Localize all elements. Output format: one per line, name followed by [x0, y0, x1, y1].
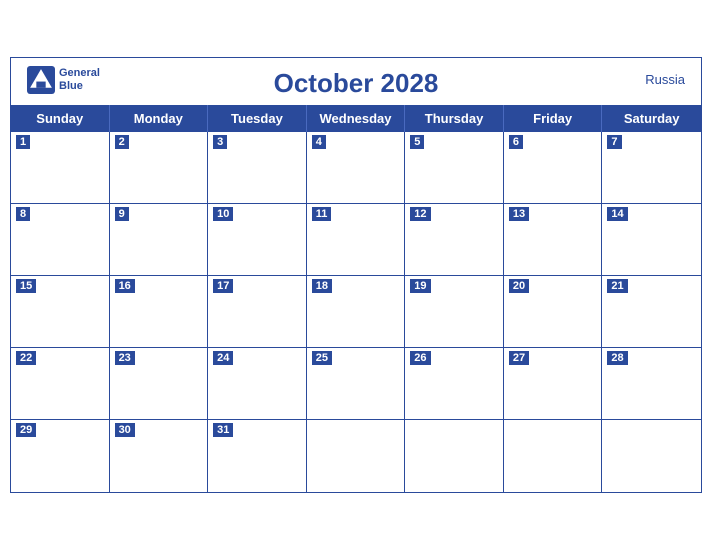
day-cell-31: 31 — [208, 420, 307, 492]
day-cell-29: 29 — [11, 420, 110, 492]
day-number: 17 — [213, 279, 233, 293]
day-cell-2: 2 — [110, 132, 209, 204]
day-number: 31 — [213, 423, 233, 437]
day-number: 20 — [509, 279, 529, 293]
day-cell-22: 22 — [11, 348, 110, 420]
day-header-friday: Friday — [504, 105, 603, 132]
week-row-3: 15 16 17 18 19 20 21 — [11, 276, 701, 348]
day-cell-15: 15 — [11, 276, 110, 348]
day-header-sunday: Sunday — [11, 105, 110, 132]
day-cell-25: 25 — [307, 348, 406, 420]
calendar-grid: 1234567891011121314151617181920212223242… — [11, 132, 701, 492]
day-number: 25 — [312, 351, 332, 365]
day-number: 1 — [16, 135, 30, 149]
day-cell-17: 17 — [208, 276, 307, 348]
day-cell-21: 21 — [602, 276, 701, 348]
day-cell-4: 4 — [307, 132, 406, 204]
day-header-wednesday: Wednesday — [307, 105, 406, 132]
day-cell-14: 14 — [602, 204, 701, 276]
day-number: 22 — [16, 351, 36, 365]
day-number: 13 — [509, 207, 529, 221]
brand-logo-area: General Blue — [27, 66, 100, 94]
day-cell-6: 6 — [504, 132, 603, 204]
calendar: General Blue October 2028 Russia Sunday … — [10, 57, 702, 493]
day-cell-30: 30 — [110, 420, 209, 492]
day-number: 30 — [115, 423, 135, 437]
day-cell-27: 27 — [504, 348, 603, 420]
day-number: 16 — [115, 279, 135, 293]
day-cell-empty — [307, 420, 406, 492]
day-number: 21 — [607, 279, 627, 293]
day-number: 10 — [213, 207, 233, 221]
general-blue-logo-icon — [27, 66, 55, 94]
day-cell-1: 1 — [11, 132, 110, 204]
calendar-header: General Blue October 2028 Russia — [11, 58, 701, 105]
day-cell-3: 3 — [208, 132, 307, 204]
day-cell-26: 26 — [405, 348, 504, 420]
day-number: 24 — [213, 351, 233, 365]
day-number: 29 — [16, 423, 36, 437]
day-number: 3 — [213, 135, 227, 149]
day-header-tuesday: Tuesday — [208, 105, 307, 132]
day-headers-row: Sunday Monday Tuesday Wednesday Thursday… — [11, 105, 701, 132]
day-header-monday: Monday — [110, 105, 209, 132]
day-cell-28: 28 — [602, 348, 701, 420]
day-number: 8 — [16, 207, 30, 221]
day-cell-13: 13 — [504, 204, 603, 276]
week-row-4: 22 23 24 25 26 27 28 — [11, 348, 701, 420]
day-number: 18 — [312, 279, 332, 293]
day-cell-18: 18 — [307, 276, 406, 348]
day-number: 28 — [607, 351, 627, 365]
day-number: 15 — [16, 279, 36, 293]
day-cell-19: 19 — [405, 276, 504, 348]
day-cell-16: 16 — [110, 276, 209, 348]
day-cell-empty — [602, 420, 701, 492]
day-cell-12: 12 — [405, 204, 504, 276]
day-cell-9: 9 — [110, 204, 209, 276]
day-number: 26 — [410, 351, 430, 365]
day-cell-24: 24 — [208, 348, 307, 420]
day-cell-5: 5 — [405, 132, 504, 204]
week-row-5: 29 30 31 — [11, 420, 701, 492]
calendar-title: October 2028 — [274, 68, 439, 99]
week-row-2: 8 9 10 11 12 13 14 — [11, 204, 701, 276]
day-number: 12 — [410, 207, 430, 221]
day-number: 27 — [509, 351, 529, 365]
day-number: 23 — [115, 351, 135, 365]
day-number: 19 — [410, 279, 430, 293]
day-number: 9 — [115, 207, 129, 221]
day-cell-20: 20 — [504, 276, 603, 348]
day-number: 14 — [607, 207, 627, 221]
day-header-thursday: Thursday — [405, 105, 504, 132]
day-cell-7: 7 — [602, 132, 701, 204]
week-row-1: 1 2 3 4 5 6 7 — [11, 132, 701, 204]
day-cell-empty — [504, 420, 603, 492]
day-number: 5 — [410, 135, 424, 149]
day-cell-11: 11 — [307, 204, 406, 276]
day-number: 11 — [312, 207, 332, 221]
day-number: 7 — [607, 135, 621, 149]
day-cell-23: 23 — [110, 348, 209, 420]
day-cell-empty — [405, 420, 504, 492]
day-header-saturday: Saturday — [602, 105, 701, 132]
day-cell-8: 8 — [11, 204, 110, 276]
day-number: 4 — [312, 135, 326, 149]
brand-text: General Blue — [59, 67, 100, 93]
country-label: Russia — [645, 72, 685, 87]
day-number: 6 — [509, 135, 523, 149]
day-cell-10: 10 — [208, 204, 307, 276]
day-number: 2 — [115, 135, 129, 149]
